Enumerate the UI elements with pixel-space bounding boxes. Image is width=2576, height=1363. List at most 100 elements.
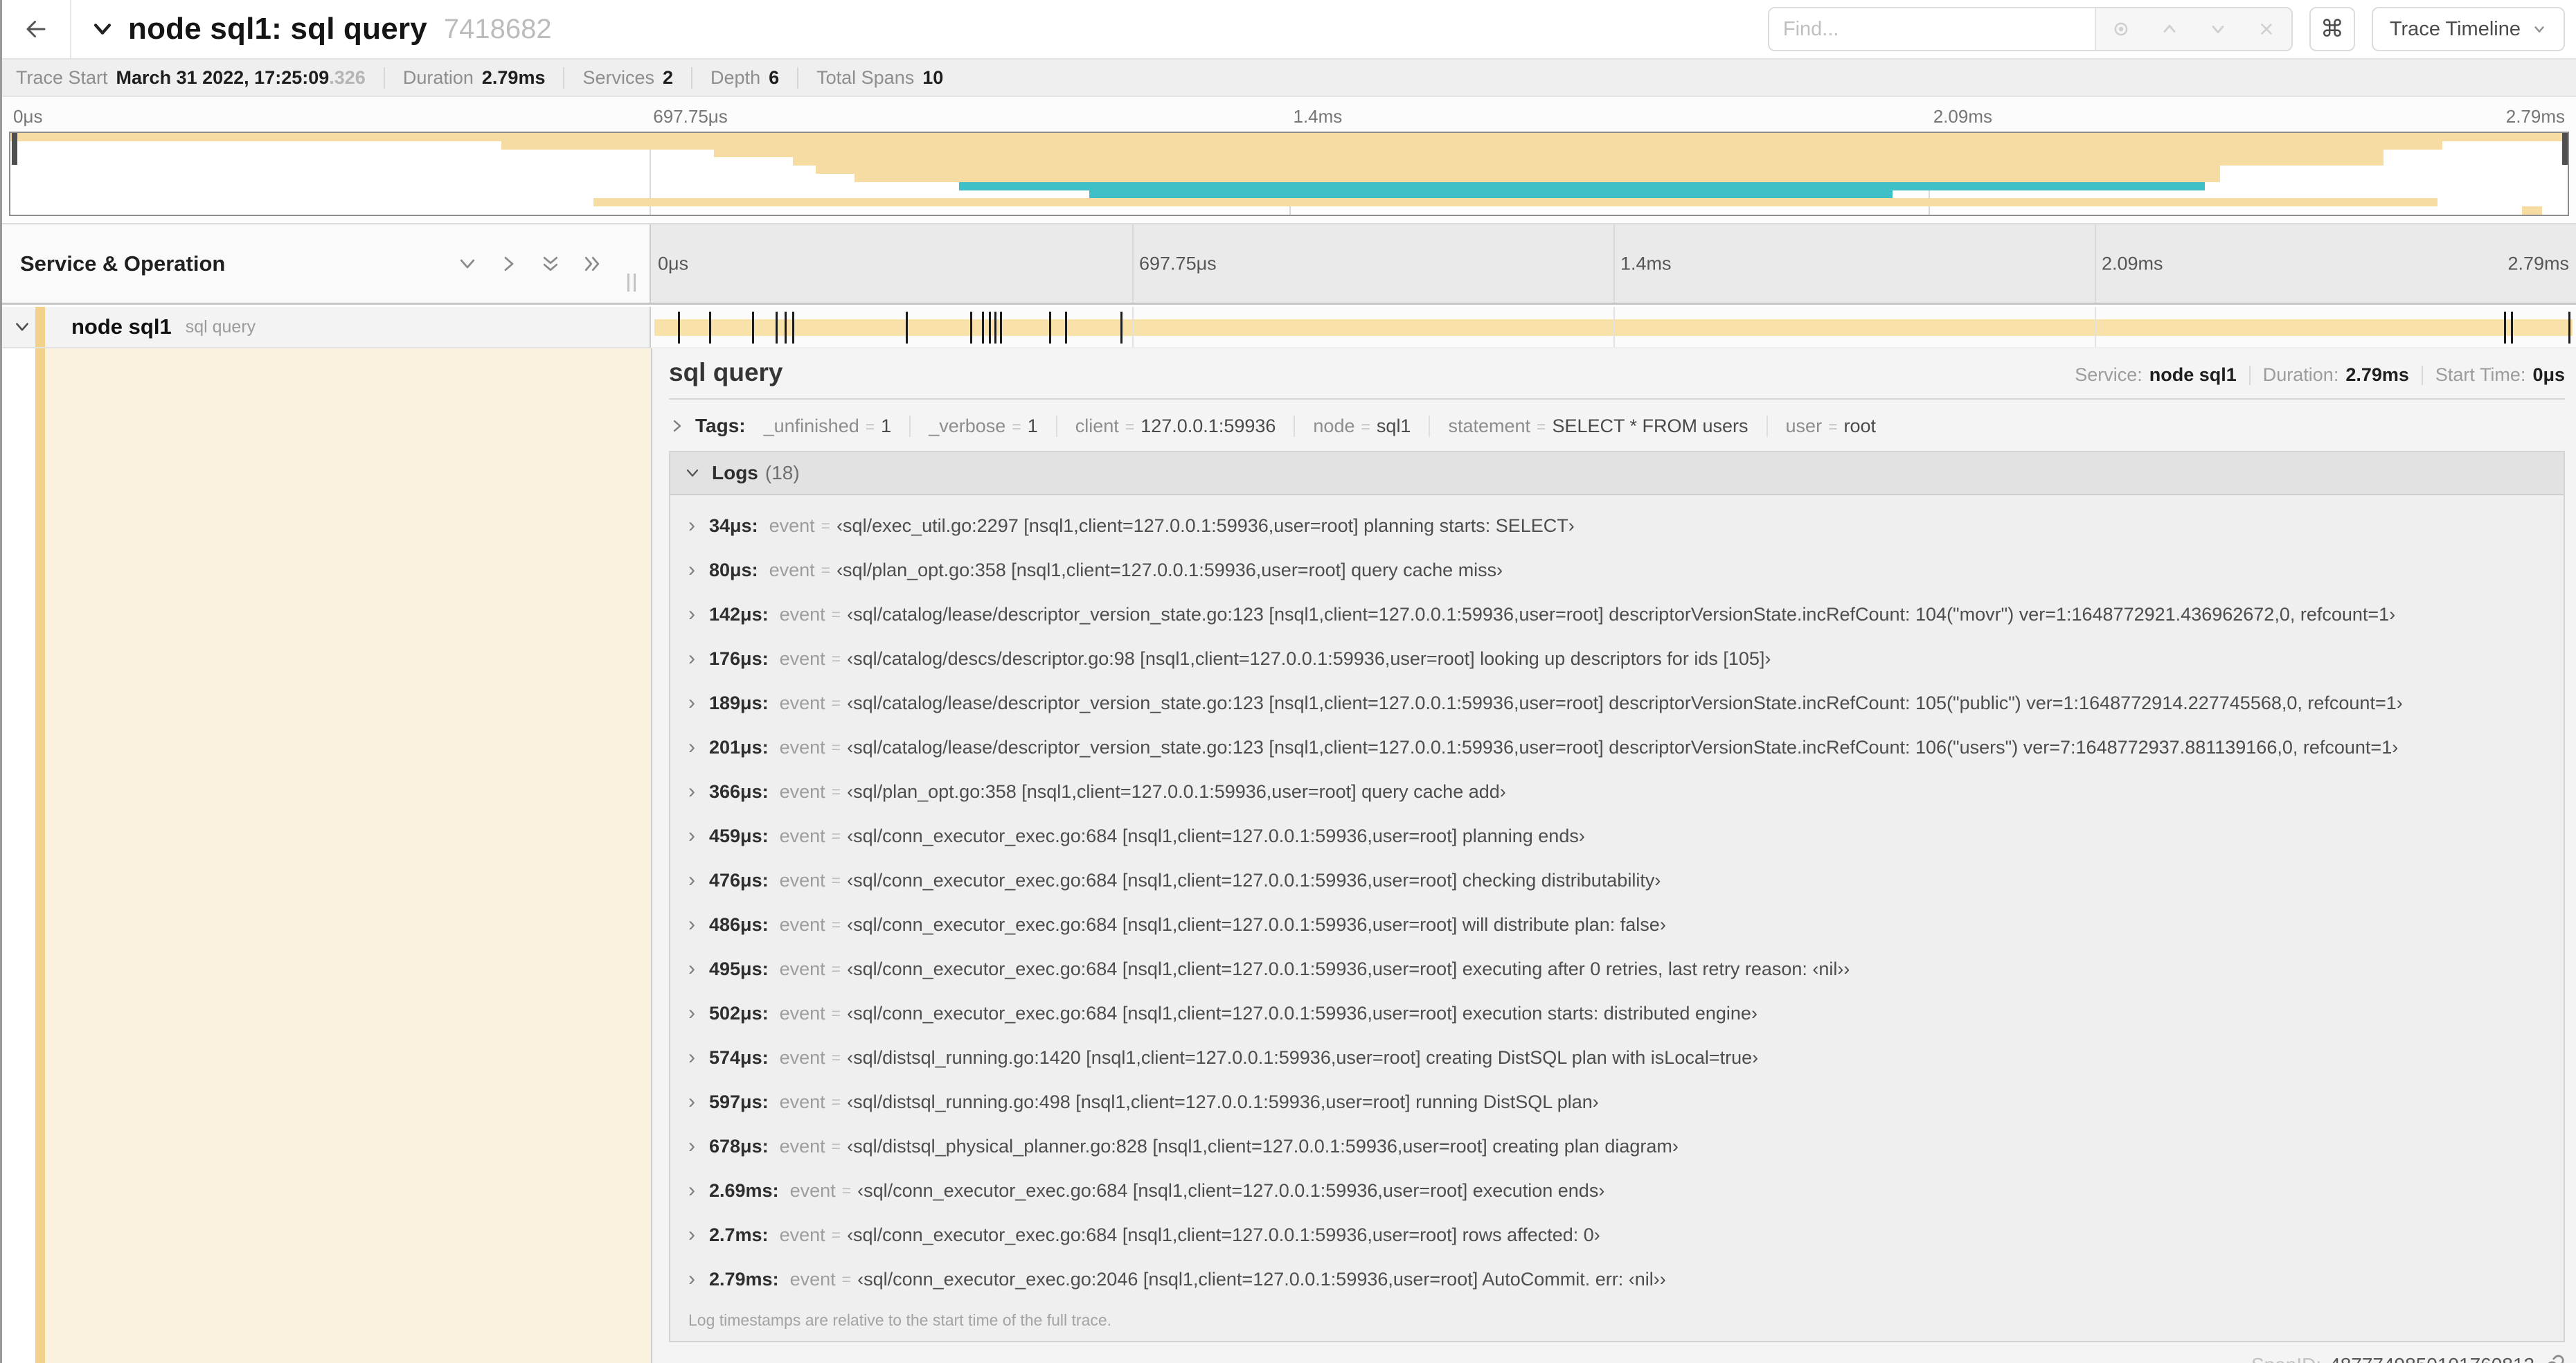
log-entry-row[interactable]: › 495μs: event = ‹sql/conn_executor_exec… xyxy=(688,947,2564,991)
log-entry-row[interactable]: › 459μs: event = ‹sql/conn_executor_exec… xyxy=(688,814,2564,858)
chevron-right-icon[interactable]: › xyxy=(688,957,709,981)
tag-item[interactable]: _unfinished = 1 xyxy=(764,416,892,437)
time-tick-label: 0μs xyxy=(658,253,689,274)
span-detail-left-column xyxy=(2,348,651,1363)
span-name-cell[interactable]: node sql1 sql query xyxy=(2,307,651,348)
tag-item[interactable]: statement = SELECT * FROM users xyxy=(1429,415,1748,437)
chevron-right-icon[interactable]: › xyxy=(688,736,709,759)
log-entry-row[interactable]: › 2.69ms: event = ‹sql/conn_executor_exe… xyxy=(688,1168,2564,1213)
chevron-right-icon[interactable]: › xyxy=(688,1001,709,1025)
chevron-right-icon[interactable]: › xyxy=(688,868,709,892)
chevron-right-icon[interactable]: › xyxy=(688,1090,709,1114)
log-timestamp: 201μs: xyxy=(709,736,769,758)
log-entry-row[interactable]: › 176μs: event = ‹sql/catalog/descs/desc… xyxy=(688,636,2564,681)
summary-label: Duration xyxy=(402,66,474,88)
chevron-right-icon[interactable] xyxy=(669,418,686,434)
summary-value: 10 xyxy=(922,66,944,88)
log-marker-tick xyxy=(775,312,778,344)
log-marker-tick xyxy=(1048,312,1051,344)
chevron-right-icon[interactable]: › xyxy=(688,603,709,626)
summary-item: Total Spans 10 xyxy=(797,66,944,89)
chevron-down-icon[interactable] xyxy=(2206,19,2230,39)
log-entry-row[interactable]: › 80μs: event = ‹sql/plan_opt.go:358 [ns… xyxy=(688,548,2564,592)
chevron-right-icon[interactable]: › xyxy=(688,780,709,803)
tag-value: SELECT * FROM users xyxy=(1552,415,1748,436)
log-marker-tick xyxy=(2568,312,2571,344)
chevron-right-icon[interactable]: › xyxy=(688,1134,709,1158)
tags-row[interactable]: Tags: _unfinished = 1 _verbose = 1 clien… xyxy=(669,409,2565,443)
chevron-right-icon[interactable]: › xyxy=(688,514,709,537)
logs-header[interactable]: Logs (18) xyxy=(670,452,2564,495)
chevron-up-icon[interactable] xyxy=(2157,19,2182,39)
tag-equals: = xyxy=(1012,417,1021,436)
log-equals: = xyxy=(831,782,841,801)
locate-icon[interactable] xyxy=(2109,19,2134,39)
log-entry-row[interactable]: › 597μs: event = ‹sql/distsql_running.go… xyxy=(688,1080,2564,1124)
gridline xyxy=(1132,307,1134,347)
log-entry-row[interactable]: › 34μs: event = ‹sql/exec_util.go:2297 [… xyxy=(688,504,2564,548)
log-entry-row[interactable]: › 366μs: event = ‹sql/plan_opt.go:358 [n… xyxy=(688,769,2564,814)
minimap-right-handle[interactable] xyxy=(2562,133,2568,165)
span-detail-header: sql query Service: node sql1 Duration: 2… xyxy=(669,348,2565,390)
chevron-right-icon[interactable]: › xyxy=(688,1179,709,1202)
collapse-all-icon[interactable] xyxy=(540,253,561,274)
log-timestamp: 366μs: xyxy=(709,781,769,802)
chevron-right-icon[interactable]: › xyxy=(688,1223,709,1247)
tag-equals: = xyxy=(1361,417,1370,436)
tag-item[interactable]: node = sql1 xyxy=(1294,415,1411,437)
expand-all-icon[interactable] xyxy=(582,253,602,274)
logs-title: Logs xyxy=(712,462,758,483)
tag-item[interactable]: client = 127.0.0.1:59936 xyxy=(1055,415,1276,437)
minimap-span-bar xyxy=(593,198,2438,207)
start-time-value: 0μs xyxy=(2532,364,2565,385)
log-entry-row[interactable]: › 678μs: event = ‹sql/distsql_physical_p… xyxy=(688,1124,2564,1168)
log-entry-row[interactable]: › 142μs: event = ‹sql/catalog/lease/desc… xyxy=(688,592,2564,636)
chevron-right-icon[interactable]: › xyxy=(688,558,709,582)
gridline xyxy=(1613,307,1615,347)
log-entry-row[interactable]: › 201μs: event = ‹sql/catalog/lease/desc… xyxy=(688,725,2564,769)
log-entry-row[interactable]: › 189μs: event = ‹sql/catalog/lease/desc… xyxy=(688,681,2564,725)
summary-value: 6 xyxy=(769,66,780,88)
time-tick-label: 1.4ms xyxy=(1620,253,1672,274)
log-field-key: event xyxy=(769,515,815,536)
log-entry-row[interactable]: › 486μs: event = ‹sql/conn_executor_exec… xyxy=(688,902,2564,947)
chevron-down-icon[interactable] xyxy=(91,17,114,41)
keyboard-shortcuts-button[interactable]: ⌘ xyxy=(2309,7,2355,51)
log-field-key: event xyxy=(779,736,825,758)
span-bar-cell[interactable] xyxy=(651,307,2576,348)
find-input[interactable] xyxy=(1769,8,2095,50)
log-entry-row[interactable]: › 574μs: event = ‹sql/distsql_running.go… xyxy=(688,1035,2564,1080)
log-marker-tick xyxy=(1064,312,1067,344)
chevron-right-icon[interactable]: › xyxy=(688,913,709,936)
chevron-right-icon[interactable]: › xyxy=(688,1267,709,1291)
log-equals: = xyxy=(831,1004,841,1022)
view-selector-label: Trace Timeline xyxy=(2389,17,2521,40)
span-service-name: node sql1 xyxy=(71,314,172,339)
tag-item[interactable]: user = root xyxy=(1766,415,1876,437)
link-icon[interactable] xyxy=(2543,1354,2565,1363)
back-button[interactable] xyxy=(2,0,71,58)
tag-key: _unfinished xyxy=(763,415,859,436)
log-entry-row[interactable]: › 502μs: event = ‹sql/conn_executor_exec… xyxy=(688,991,2564,1035)
minimap-left-handle[interactable] xyxy=(12,133,17,165)
duration-value: 2.79ms xyxy=(2345,364,2409,385)
log-entry-row[interactable]: › 476μs: event = ‹sql/conn_executor_exec… xyxy=(688,858,2564,902)
log-equals: = xyxy=(841,1181,852,1200)
clear-icon[interactable] xyxy=(2254,20,2279,38)
chevron-right-icon[interactable]: › xyxy=(688,824,709,848)
log-entry-row[interactable]: › 2.7ms: event = ‹sql/conn_executor_exec… xyxy=(688,1213,2564,1257)
log-entry-row[interactable]: › 2.79ms: event = ‹sql/conn_executor_exe… xyxy=(688,1257,2564,1301)
log-marker-tick xyxy=(981,312,984,344)
chevron-down-icon[interactable] xyxy=(13,318,31,336)
log-field-key: event xyxy=(789,1268,836,1290)
chevron-down-icon[interactable] xyxy=(684,465,701,481)
column-resize-grip[interactable] xyxy=(627,274,636,292)
tag-item[interactable]: _verbose = 1 xyxy=(909,415,1038,437)
chevron-right-icon[interactable]: › xyxy=(688,1046,709,1069)
minimap-canvas[interactable] xyxy=(9,132,2569,216)
view-selector-button[interactable]: Trace Timeline xyxy=(2371,7,2565,51)
chevron-right-icon[interactable]: › xyxy=(688,647,709,670)
chevron-right-icon[interactable]: › xyxy=(688,691,709,715)
collapse-one-icon[interactable] xyxy=(457,253,478,274)
expand-one-icon[interactable] xyxy=(499,253,519,274)
